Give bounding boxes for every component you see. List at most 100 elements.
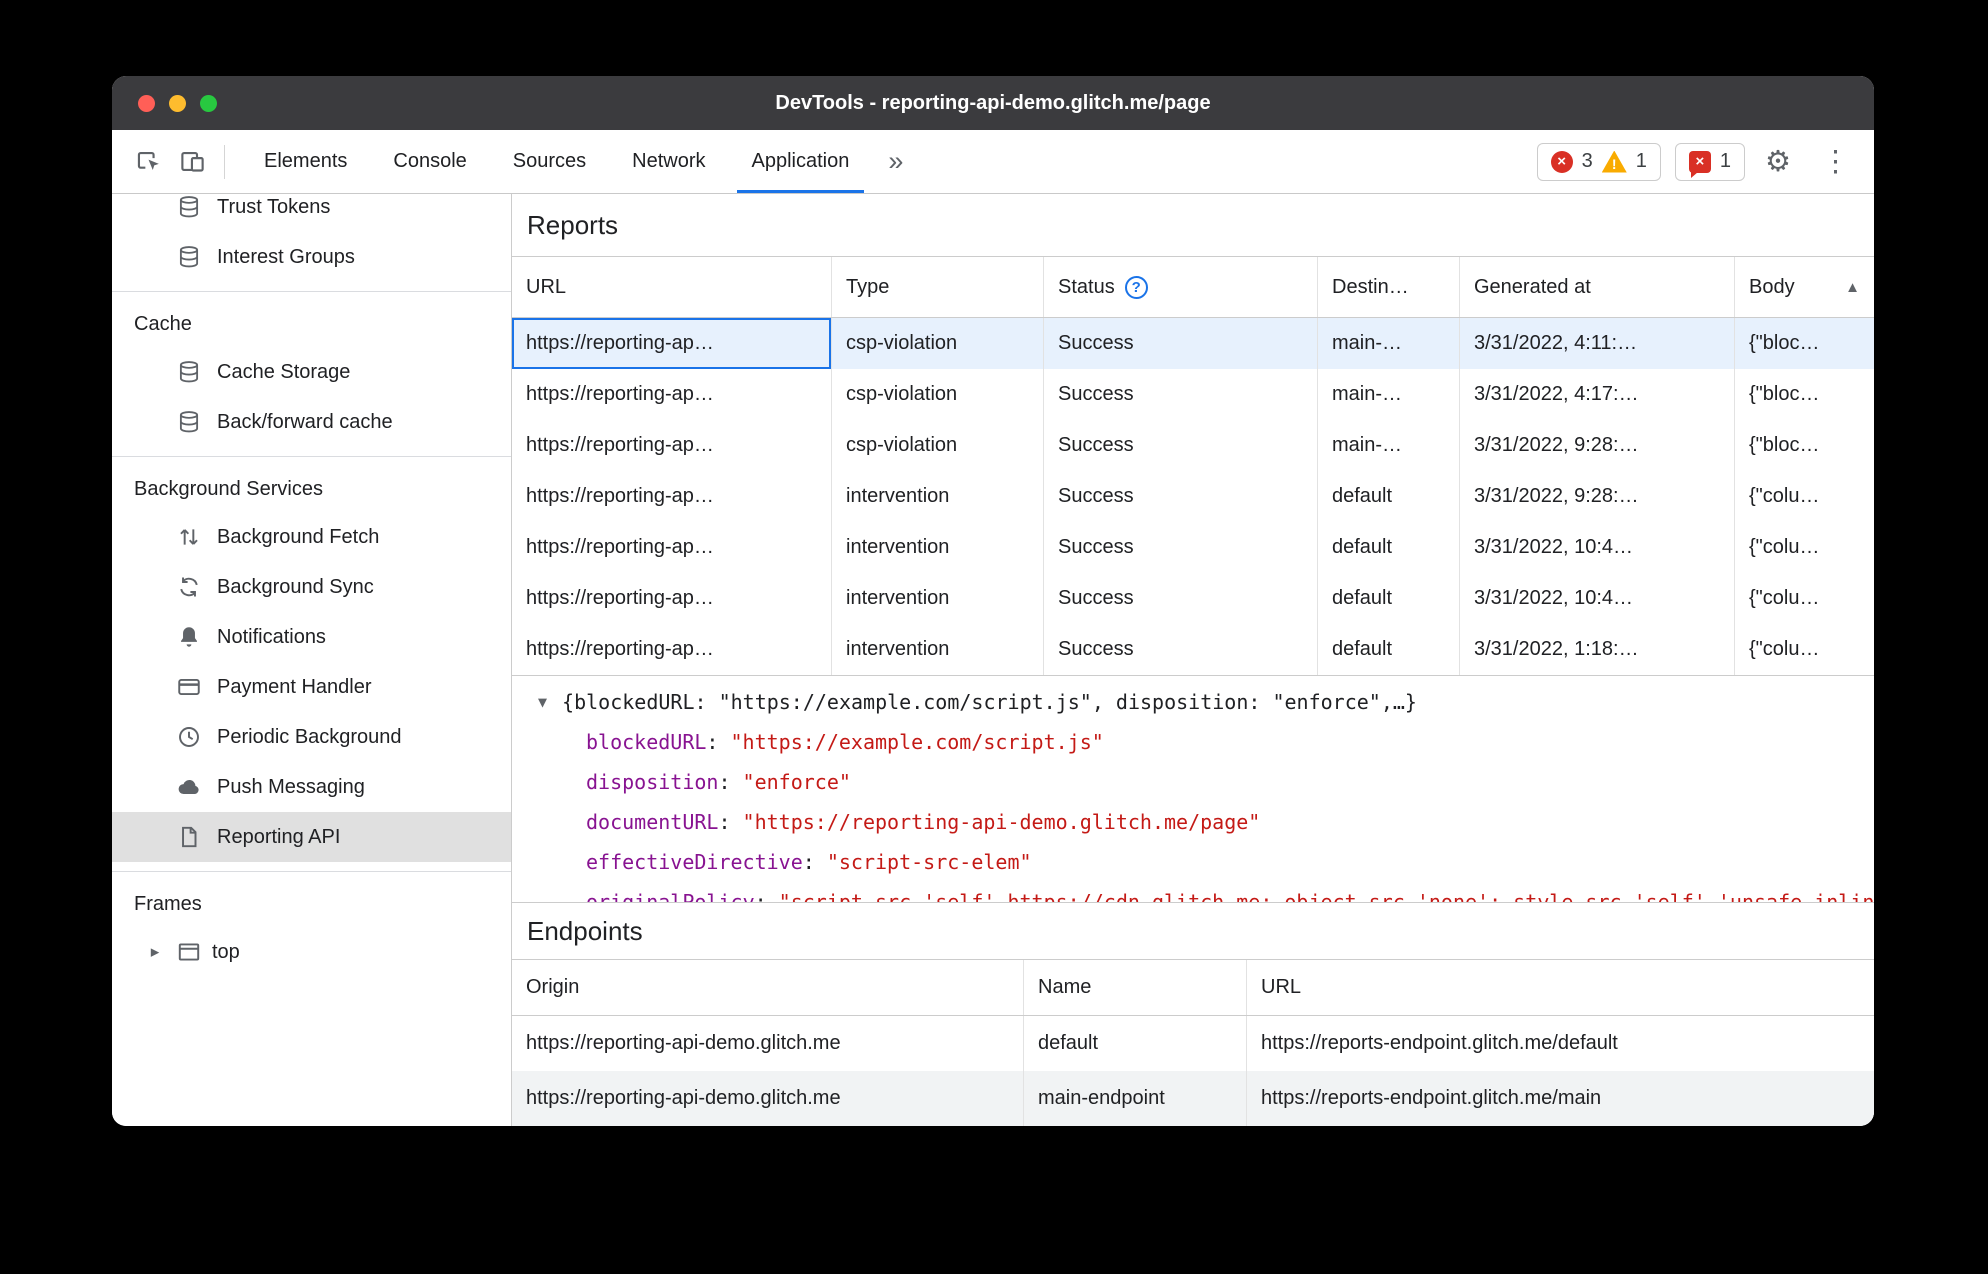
report-cell-type[interactable]: intervention <box>832 624 1044 675</box>
report-cell-destination[interactable]: main-… <box>1318 420 1460 471</box>
report-cell-generated-at[interactable]: 3/31/2022, 1:18:… <box>1460 624 1735 675</box>
endpoint-row[interactable]: https://reporting-api-demo.glitch.me defa… <box>512 1016 1874 1071</box>
report-cell-generated-at[interactable]: 3/31/2022, 9:28:… <box>1460 420 1735 471</box>
close-window-button[interactable] <box>138 94 155 112</box>
column-header-type[interactable]: Type <box>832 257 1044 317</box>
column-header-destin[interactable]: Destin… <box>1318 257 1460 317</box>
report-cell-generated-at[interactable]: 3/31/2022, 4:17:… <box>1460 369 1735 420</box>
report-cell-status[interactable]: Success <box>1044 318 1318 369</box>
tab-network[interactable]: Network <box>609 130 728 193</box>
report-body-summary-row[interactable]: ▼ {blockedURL: "https://example.com/scri… <box>512 682 1874 722</box>
column-header-body[interactable]: Body ▲ <box>1735 257 1874 317</box>
sidebar-item-background-fetch[interactable]: Background Fetch <box>112 512 511 562</box>
report-cell-type[interactable]: intervention <box>832 471 1044 522</box>
console-status-badge[interactable]: 3 1 <box>1536 142 1661 181</box>
status-help-icon[interactable]: ? <box>1124 275 1148 299</box>
report-row[interactable]: https://reporting-ap… intervention Success… <box>512 624 1874 675</box>
report-row[interactable]: https://reporting-ap… csp-violation Succes… <box>512 369 1874 420</box>
report-cell-type[interactable]: csp-violation <box>832 318 1044 369</box>
chevron-down-icon[interactable]: ▼ <box>538 682 547 722</box>
tab-sources[interactable]: Sources <box>490 130 609 193</box>
sort-ascending-icon[interactable]: ▲ <box>1845 279 1860 296</box>
sidebar-item-push-messaging[interactable]: Push Messaging <box>112 762 511 812</box>
report-cell-generated-at[interactable]: 3/31/2022, 10:4… <box>1460 573 1735 624</box>
report-cell-body[interactable]: {"bloc… <box>1735 369 1874 420</box>
report-row[interactable]: https://reporting-ap… intervention Success… <box>512 471 1874 522</box>
more-tabs-button[interactable]: » <box>872 146 919 177</box>
issues-badge[interactable]: 1 <box>1674 142 1745 181</box>
report-cell-generated-at[interactable]: 3/31/2022, 9:28:… <box>1460 471 1735 522</box>
maximize-window-button[interactable] <box>200 94 217 112</box>
sidebar-item-interest-groups[interactable]: Interest Groups <box>112 232 511 282</box>
report-row[interactable]: https://reporting-ap… csp-violation Succes… <box>512 420 1874 471</box>
report-row[interactable]: https://reporting-ap… intervention Success… <box>512 522 1874 573</box>
endpoint-cell-name[interactable]: main-endpoint <box>1024 1071 1247 1126</box>
window-titlebar: DevTools - reporting-api-demo.glitch.me/… <box>112 76 1874 130</box>
report-row[interactable]: https://reporting-ap… intervention Success… <box>512 573 1874 624</box>
report-cell-body[interactable]: {"colu… <box>1735 471 1874 522</box>
report-cell-url[interactable]: https://reporting-ap… <box>512 420 832 471</box>
report-cell-type[interactable]: csp-violation <box>832 369 1044 420</box>
report-cell-url[interactable]: https://reporting-ap… <box>512 573 832 624</box>
report-cell-destination[interactable]: main-… <box>1318 369 1460 420</box>
report-cell-status[interactable]: Success <box>1044 420 1318 471</box>
column-header-generated-at[interactable]: Generated at <box>1460 257 1735 317</box>
sidebar-item-cache-storage[interactable]: Cache Storage <box>112 347 511 397</box>
report-cell-status[interactable]: Success <box>1044 624 1318 675</box>
report-cell-url[interactable]: https://reporting-ap… <box>512 522 832 573</box>
report-cell-destination[interactable]: default <box>1318 624 1460 675</box>
report-cell-body[interactable]: {"bloc… <box>1735 318 1874 369</box>
report-row[interactable]: https://reporting-ap… csp-violation Succes… <box>512 318 1874 369</box>
endpoint-cell-url[interactable]: https://reports-endpoint.glitch.me/defau… <box>1247 1016 1874 1071</box>
report-cell-url[interactable]: https://reporting-ap… <box>512 369 832 420</box>
report-cell-type[interactable]: intervention <box>832 522 1044 573</box>
device-toolbar-icon[interactable] <box>170 140 214 184</box>
endpoint-cell-name[interactable]: default <box>1024 1016 1247 1071</box>
endpoint-cell-origin[interactable]: https://reporting-api-demo.glitch.me <box>512 1016 1024 1071</box>
settings-gear-icon[interactable] <box>1755 144 1801 179</box>
column-header-name[interactable]: Name <box>1024 960 1247 1015</box>
report-cell-body[interactable]: {"colu… <box>1735 573 1874 624</box>
tab-console[interactable]: Console <box>370 130 489 193</box>
column-header-status[interactable]: Status? <box>1044 257 1318 317</box>
column-header-url[interactable]: URL <box>1247 960 1874 1015</box>
report-cell-type[interactable]: csp-violation <box>832 420 1044 471</box>
report-cell-status[interactable]: Success <box>1044 573 1318 624</box>
column-header-origin[interactable]: Origin <box>512 960 1024 1015</box>
report-cell-status[interactable]: Success <box>1044 471 1318 522</box>
report-cell-body[interactable]: {"bloc… <box>1735 420 1874 471</box>
sidebar-item-payment-handler[interactable]: Payment Handler <box>112 662 511 712</box>
sidebar-item-periodic-background[interactable]: Periodic Background <box>112 712 511 762</box>
report-cell-destination[interactable]: default <box>1318 573 1460 624</box>
sidebar-item-notifications[interactable]: Notifications <box>112 612 511 662</box>
report-cell-destination[interactable]: default <box>1318 522 1460 573</box>
sidebar-item-back-forward-cache[interactable]: Back/forward cache <box>112 397 511 447</box>
report-cell-body[interactable]: {"colu… <box>1735 624 1874 675</box>
report-cell-destination[interactable]: default <box>1318 471 1460 522</box>
report-cell-url[interactable]: https://reporting-ap… <box>512 471 832 522</box>
tab-application[interactable]: Application <box>729 130 873 193</box>
inspect-element-icon[interactable] <box>126 140 170 184</box>
report-cell-status[interactable]: Success <box>1044 522 1318 573</box>
column-header-url[interactable]: URL <box>512 257 832 317</box>
report-cell-url[interactable]: https://reporting-ap… <box>512 624 832 675</box>
tab-elements[interactable]: Elements <box>241 130 370 193</box>
report-cell-generated-at[interactable]: 3/31/2022, 4:11:… <box>1460 318 1735 369</box>
report-cell-type[interactable]: intervention <box>832 573 1044 624</box>
minimize-window-button[interactable] <box>169 94 186 112</box>
sidebar-item-reporting-api[interactable]: Reporting API <box>112 812 511 862</box>
report-cell-url[interactable]: https://reporting-ap… <box>512 318 832 369</box>
kebab-menu-icon[interactable] <box>1811 144 1860 179</box>
sidebar-item-top[interactable]: ▸ top <box>112 927 511 977</box>
report-cell-destination[interactable]: main-… <box>1318 318 1460 369</box>
endpoint-cell-url[interactable]: https://reports-endpoint.glitch.me/main <box>1247 1071 1874 1126</box>
endpoints-section-title: Endpoints <box>512 902 1874 959</box>
endpoint-cell-origin[interactable]: https://reporting-api-demo.glitch.me <box>512 1071 1024 1126</box>
endpoint-row[interactable]: https://reporting-api-demo.glitch.me main… <box>512 1071 1874 1126</box>
report-cell-status[interactable]: Success <box>1044 369 1318 420</box>
sidebar-item-background-sync[interactable]: Background Sync <box>112 562 511 612</box>
report-cell-generated-at[interactable]: 3/31/2022, 10:4… <box>1460 522 1735 573</box>
report-cell-body[interactable]: {"colu… <box>1735 522 1874 573</box>
sidebar-item-trust-tokens[interactable]: Trust Tokens <box>112 194 511 232</box>
chevron-right-icon[interactable]: ▸ <box>144 942 166 962</box>
